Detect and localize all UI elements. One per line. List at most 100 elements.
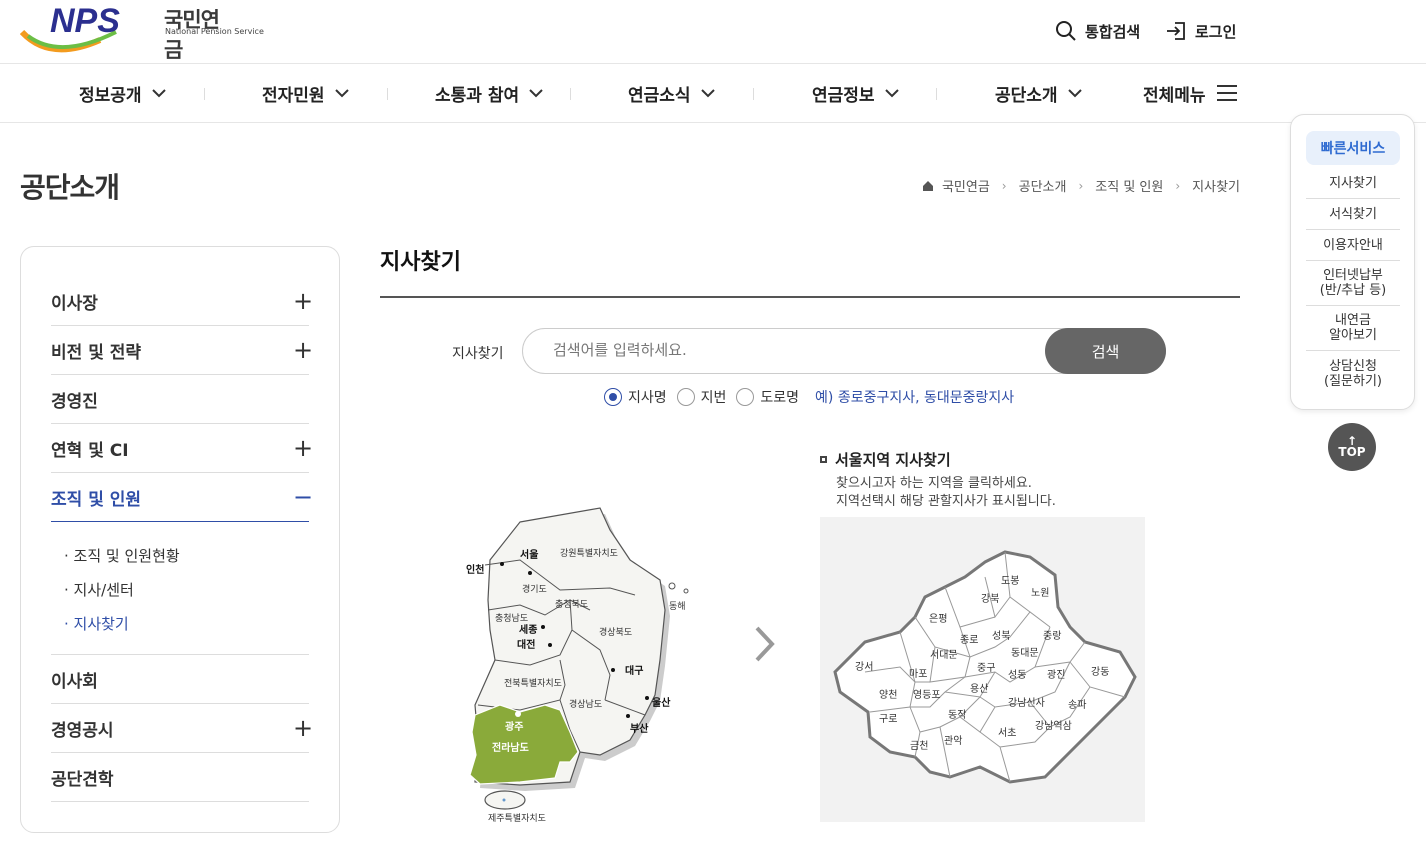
quick-service-panel: 빠른서비스 지사찾기 서식찾기 이용자안내 인터넷납부 (반/추납 등) 내연금…	[1290, 114, 1415, 410]
district-label-nowon[interactable]: 노원	[1031, 587, 1049, 599]
home-icon[interactable]	[922, 180, 934, 192]
chevron-down-icon	[334, 88, 349, 97]
map-label-seoul: 서울	[520, 548, 538, 561]
map-label-chungbuk: 충청북도	[555, 599, 588, 610]
breadcrumb-item[interactable]: 공단소개	[1019, 176, 1067, 195]
seoul-section-title: 서울지역 지사찾기	[820, 449, 951, 470]
district-label-songpa[interactable]: 송파	[1068, 699, 1086, 711]
gnb-item-pension-info[interactable]: 연금정보	[812, 64, 899, 122]
site-header: NPS 국민연금 National Pension Service 통합검색 로…	[0, 0, 1426, 64]
scroll-top-button[interactable]: ↑ TOP	[1328, 423, 1376, 471]
korea-map[interactable]: 서울 인천 강원특별자치도 경기도 충청북도 충청남도 세종 대전 경상북도 대…	[460, 500, 710, 834]
district-label-seodaemun[interactable]: 서대문	[930, 649, 958, 661]
gnb-label: 연금소식	[628, 85, 691, 106]
lnb-sub-item-branch-search[interactable]: · 지사찾기	[64, 613, 129, 634]
lnb-sub-item-branch-center[interactable]: · 지사/센터	[64, 579, 134, 600]
district-label-gangseo[interactable]: 강서	[855, 661, 873, 673]
district-label-yongsan[interactable]: 용산	[970, 683, 988, 695]
radio-branch-name[interactable]: 지사명	[604, 387, 667, 407]
lnb-item-organization[interactable]: 조직 및 인원 −	[51, 473, 313, 522]
branch-search-button[interactable]: 검색	[1045, 328, 1166, 374]
gnb-item-e-civil[interactable]: 전자민원	[262, 64, 349, 122]
plus-icon: +	[293, 434, 314, 462]
radio-lot-number[interactable]: 지번	[676, 387, 726, 407]
lnb-item-history-ci[interactable]: 연혁 및 CI +	[51, 424, 314, 473]
nps-logo[interactable]: NPS 국민연금 National Pension Service	[20, 2, 264, 62]
district-label-gangnamsinsa[interactable]: 강남신사	[1008, 697, 1045, 709]
district-label-yangcheon[interactable]: 양천	[879, 689, 897, 701]
gnb-item-about[interactable]: 공단소개	[995, 64, 1082, 122]
quick-item-form-search[interactable]: 서식찾기	[1306, 199, 1400, 230]
main-navigation: 정보공개 전자민원 소통과 참여 연금소식 연금정보 공단소개 전체메뉴	[0, 64, 1426, 123]
district-label-gangnamyeoksam[interactable]: 강남역삼	[1035, 720, 1072, 732]
district-label-gwangjin[interactable]: 광진	[1047, 669, 1065, 681]
quick-item-label: 지사찾기	[1329, 175, 1377, 191]
city-dot-busan	[626, 714, 630, 718]
lnb-label: 경영공시	[51, 720, 114, 741]
lnb-label: 연혁 및 CI	[51, 440, 129, 461]
lnb-item-ceo[interactable]: 이사장 +	[51, 277, 313, 326]
gnb-item-communication[interactable]: 소통과 참여	[435, 64, 543, 122]
map-label-daegu: 대구	[625, 664, 643, 677]
quick-item-branch-search[interactable]: 지사찾기	[1306, 168, 1400, 199]
district-label-yeongdeungpo[interactable]: 영등포	[913, 689, 941, 701]
city-dot-sejong	[541, 625, 545, 629]
gnb-divider	[753, 88, 754, 100]
map-label-jeonnam: 전라남도	[492, 741, 529, 754]
gnb-item-pension-news[interactable]: 연금소식	[628, 64, 715, 122]
scroll-top-label: TOP	[1338, 445, 1366, 459]
district-label-mapo[interactable]: 마포	[909, 668, 927, 680]
district-label-geumcheon[interactable]: 금천	[910, 740, 928, 752]
radio-label: 지사명	[628, 390, 667, 406]
district-label-gangbuk[interactable]: 강북	[981, 593, 999, 605]
district-label-seongbuk[interactable]: 성북	[992, 630, 1010, 642]
lnb-item-vision[interactable]: 비전 및 전략 +	[51, 326, 313, 375]
quick-item-my-pension[interactable]: 내연금 알아보기	[1306, 306, 1400, 351]
gnb-all-menu-button[interactable]: 전체메뉴	[1143, 64, 1238, 122]
district-label-dongdaemun[interactable]: 동대문	[1011, 647, 1039, 659]
breadcrumb-item-home[interactable]: 국민연금	[942, 176, 990, 195]
district-label-jung[interactable]: 중구	[977, 662, 995, 674]
city-dot-gwangju	[515, 711, 521, 717]
quick-item-label: 내연금	[1335, 313, 1371, 328]
district-label-dobong[interactable]: 도봉	[1001, 575, 1019, 587]
district-label-jongno[interactable]: 종로	[960, 634, 978, 646]
lnb-item-tour[interactable]: 공단견학	[51, 753, 309, 802]
integrated-search-button[interactable]: 통합검색	[1055, 20, 1140, 42]
lnb-sub-item-org-status[interactable]: · 조직 및 인원현황	[64, 545, 180, 566]
login-button[interactable]: 로그인	[1165, 20, 1236, 42]
map-label-gangwon: 강원특별자치도	[560, 547, 618, 559]
district-label-jungnang[interactable]: 중랑	[1043, 630, 1061, 642]
radio-label: 도로명	[760, 390, 800, 406]
quick-item-label: 인터넷납부	[1323, 268, 1383, 283]
seoul-map[interactable]: 도봉 노원 강북 은평 성북 종로 중랑 서대문 동대문 강서 마포 중구 성동…	[820, 517, 1145, 822]
quick-item-sublabel: 알아보기	[1329, 328, 1377, 343]
quick-item-consultation[interactable]: 상담신청 (질문하기)	[1306, 351, 1400, 396]
district-label-eunpyeong[interactable]: 은평	[929, 613, 947, 625]
branch-search-input[interactable]	[553, 341, 1033, 359]
search-example-text: 예) 종로중구지사, 동대문중랑지사	[815, 390, 1015, 406]
lnb-item-executives[interactable]: 경영진	[51, 375, 309, 424]
gnb-label: 정보공개	[79, 85, 142, 106]
district-label-guro[interactable]: 구로	[879, 714, 897, 725]
gnb-divider	[387, 88, 388, 100]
district-label-seocho[interactable]: 서초	[998, 727, 1016, 739]
quick-item-user-guide[interactable]: 이용자안내	[1306, 230, 1400, 261]
quick-item-label: 상담신청	[1329, 358, 1377, 374]
district-label-dongjak[interactable]: 동작	[948, 709, 966, 721]
breadcrumb-item[interactable]: 조직 및 인원	[1095, 176, 1163, 195]
seoul-desc-line: 찾으시고자 하는 지역을 클릭하세요.	[836, 476, 1032, 491]
district-label-seongdong[interactable]: 성동	[1008, 669, 1026, 681]
radio-road-name[interactable]: 도로명	[736, 387, 799, 407]
quick-item-internet-payment[interactable]: 인터넷납부 (반/추납 등)	[1306, 261, 1400, 306]
gnb-item-info-disclosure[interactable]: 정보공개	[79, 64, 166, 122]
city-dot-daegu	[611, 668, 615, 672]
map-label-incheon: 인천	[466, 563, 484, 576]
district-label-gangdong[interactable]: 강동	[1091, 666, 1109, 678]
quick-item-label: 이용자안내	[1323, 237, 1383, 253]
ulleungdo-island	[668, 582, 676, 590]
lnb-item-disclosure[interactable]: 경영공시 +	[51, 704, 313, 753]
lnb-item-board[interactable]: 이사회	[51, 655, 309, 704]
quick-service-title: 빠른서비스	[1306, 131, 1400, 165]
district-label-gwanak[interactable]: 관악	[944, 735, 962, 747]
